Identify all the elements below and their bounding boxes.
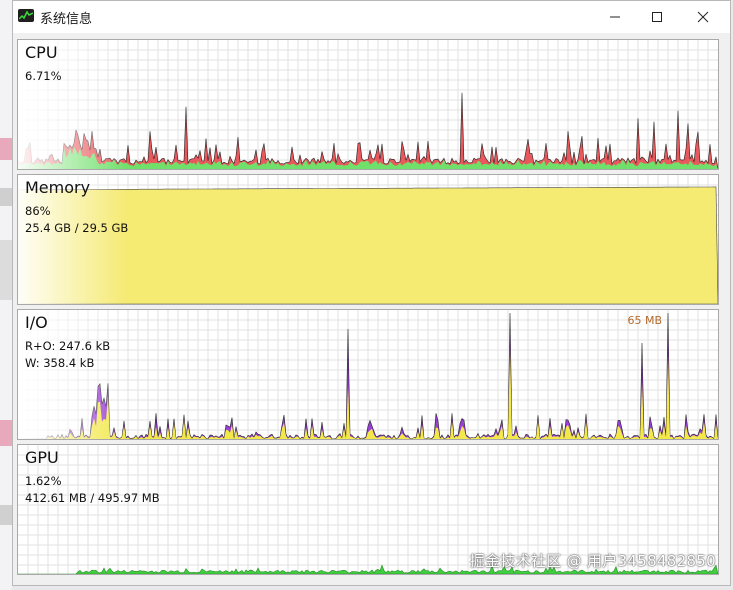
window-title: 系统信息 [40,12,93,27]
title-bar[interactable]: 系统信息 [13,1,730,33]
chart-app-icon [18,9,34,22]
watermark: 掘金技术社区 @ 用户3458482850 [469,552,716,570]
memory-percent: 86% [25,204,51,218]
io-title: I/O [25,313,48,332]
cpu-title: CPU [25,43,58,62]
maximize-icon [652,12,662,22]
cpu-graph [18,40,718,169]
cpu-panel: CPU 6.71% [17,39,719,170]
maximize-button[interactable] [634,1,680,33]
minimize-button[interactable] [592,1,638,33]
io-write: W: 358.4 kB [25,356,95,370]
gpu-memory: 412.61 MB / 495.97 MB [25,491,160,505]
memory-graph [18,175,718,304]
close-button[interactable] [680,1,726,33]
gpu-usage: 1.62% [25,474,62,488]
system-info-window: 系统信息 CPU 6.71% Memory 86% 25.4 GB / 29.5 [12,0,731,586]
memory-title: Memory [25,178,91,197]
desktop-background [0,0,12,590]
minimize-icon [610,16,620,18]
gpu-title: GPU [25,448,59,467]
io-panel: I/O R+O: 247.6 kB W: 358.4 kB 65 MB [17,309,719,440]
memory-usage: 25.4 GB / 29.5 GB [25,221,129,235]
io-graph [18,310,718,439]
close-icon [697,11,709,23]
memory-panel: Memory 86% 25.4 GB / 29.5 GB [17,174,719,305]
io-read-other: R+O: 247.6 kB [25,339,111,353]
io-peak-label: 65 MB [627,314,662,327]
cpu-usage: 6.71% [25,69,62,83]
